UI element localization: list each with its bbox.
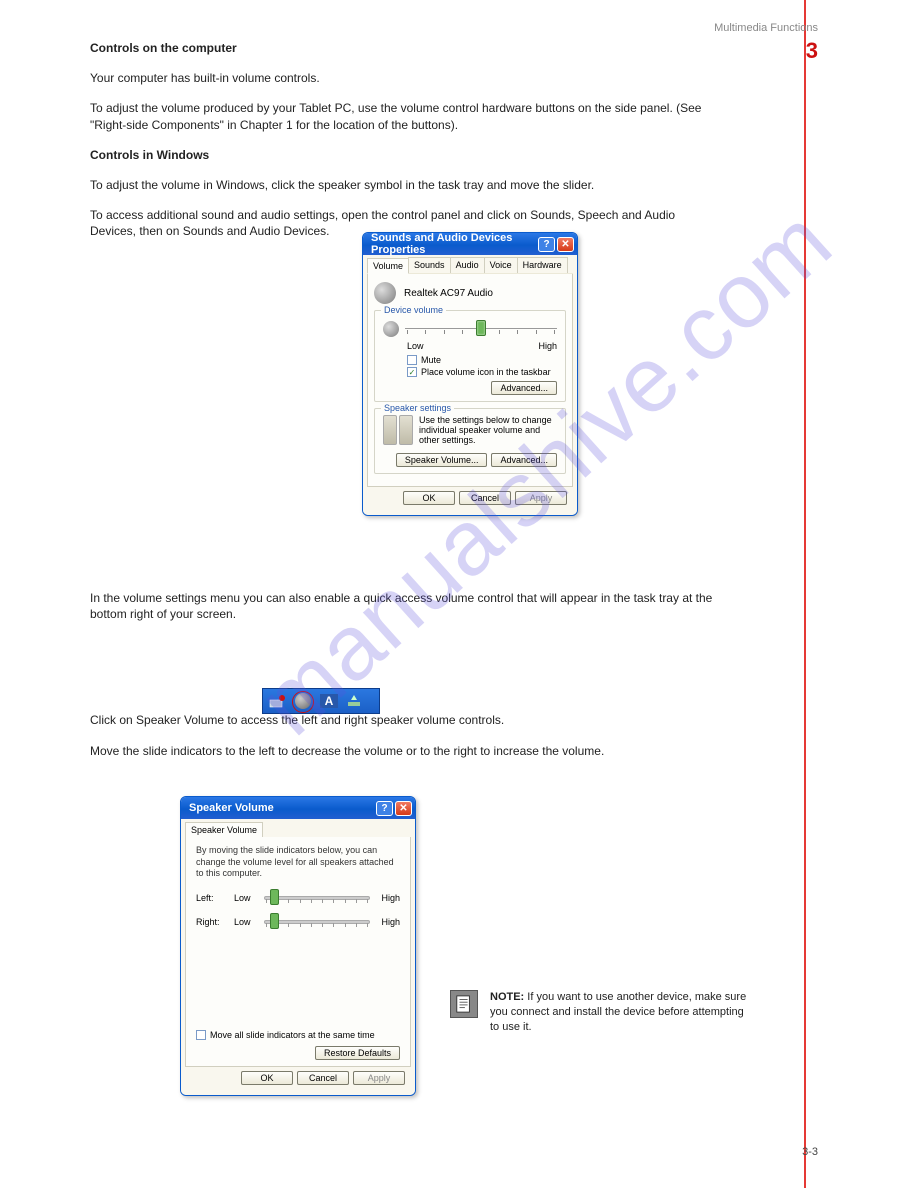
low-label-left: Low	[234, 893, 264, 903]
page-number: 3-3	[802, 1146, 818, 1158]
tab-audio[interactable]: Audio	[450, 257, 485, 273]
low-label: Low	[407, 341, 424, 351]
titlebar2[interactable]: Speaker Volume ? ✕	[181, 797, 415, 819]
ok-button-2[interactable]: OK	[241, 1071, 293, 1085]
cancel-button[interactable]: Cancel	[459, 491, 511, 505]
close-button[interactable]: ✕	[557, 237, 574, 252]
intro-text: Your computer has built-in volume contro…	[90, 70, 720, 86]
safely-remove-icon[interactable]	[344, 691, 366, 711]
note-label: NOTE:	[490, 991, 524, 1003]
controls-in-windows-heading: Controls in Windows	[90, 147, 720, 163]
tab-row: Volume Sounds Audio Voice Hardware	[367, 257, 573, 274]
left-label: Left:	[196, 893, 234, 903]
titlebar2-buttons: ? ✕	[376, 801, 412, 816]
spk-vol-instr1: Click on Speaker Volume to access the le…	[90, 712, 730, 728]
right-label: Right:	[196, 917, 234, 927]
speaker-small-icon	[383, 321, 399, 337]
section-number: 3	[806, 38, 818, 64]
high-label: High	[538, 341, 557, 351]
volume-slider[interactable]	[405, 322, 557, 336]
device-name: Realtek AC97 Audio	[404, 288, 493, 299]
move-all-label: Move all slide indicators at the same ti…	[210, 1030, 375, 1040]
note-icon	[450, 990, 478, 1018]
network-icon[interactable]	[266, 691, 288, 711]
help-button-2[interactable]: ?	[376, 801, 393, 816]
low-label-right: Low	[234, 917, 264, 927]
subheading: Controls on the computer	[90, 40, 720, 56]
section-heading: Multimedia Functions	[714, 22, 818, 34]
apply-button[interactable]: Apply	[515, 491, 567, 505]
device-volume-legend: Device volume	[381, 305, 446, 315]
tray-paragraph-block: In the volume settings menu you can also…	[90, 590, 730, 759]
speaker-settings-text: Use the settings below to change individ…	[419, 415, 557, 445]
advanced-button-2[interactable]: Advanced...	[491, 453, 557, 467]
titlebar[interactable]: Sounds and Audio Devices Properties ? ✕	[363, 233, 577, 255]
taskbar-label: Place volume icon in the taskbar	[421, 367, 551, 377]
spk-vol-instr2: Move the slide indicators to the left to…	[90, 743, 730, 759]
close-button-2[interactable]: ✕	[395, 801, 412, 816]
help-button[interactable]: ?	[538, 237, 555, 252]
speaker-volume-button[interactable]: Speaker Volume...	[396, 453, 488, 467]
taskbar-checkbox[interactable]: ✓	[407, 367, 417, 377]
windows-instr: To adjust the volume in Windows, click t…	[90, 177, 720, 193]
speaker-settings-group: Speaker settings Use the settings below …	[374, 408, 566, 474]
dialog2-title: Speaker Volume	[189, 802, 274, 814]
speaker-icon	[374, 282, 396, 304]
mute-label: Mute	[421, 355, 441, 365]
device-row: Realtek AC97 Audio	[374, 282, 566, 304]
system-tray: A	[262, 688, 380, 714]
note-block: NOTE: If you want to use another device,…	[490, 990, 750, 1035]
advanced-button-1[interactable]: Advanced...	[491, 381, 557, 395]
speaker-volume-tab[interactable]: Speaker Volume	[185, 822, 263, 838]
apply-button-2[interactable]: Apply	[353, 1071, 405, 1085]
ok-button[interactable]: OK	[403, 491, 455, 505]
note-text: If you want to use another device, make …	[490, 991, 746, 1033]
move-all-checkbox[interactable]	[196, 1030, 206, 1040]
volume-tray-icon[interactable]	[292, 691, 314, 711]
tray-instr: In the volume settings menu you can also…	[90, 590, 730, 622]
sounds-audio-dialog: Sounds and Audio Devices Properties ? ✕ …	[362, 232, 578, 516]
speaker-settings-legend: Speaker settings	[381, 403, 454, 413]
language-indicator-icon[interactable]: A	[318, 691, 340, 711]
tab-volume[interactable]: Volume	[367, 258, 409, 274]
titlebar-buttons: ? ✕	[538, 237, 574, 252]
dialog1-title: Sounds and Audio Devices Properties	[371, 232, 538, 256]
high-label-right: High	[370, 917, 400, 927]
tab-hardware[interactable]: Hardware	[517, 257, 568, 273]
left-slider[interactable]	[264, 890, 370, 906]
tab-voice[interactable]: Voice	[484, 257, 518, 273]
cancel-button-2[interactable]: Cancel	[297, 1071, 349, 1085]
d2-description: By moving the slide indicators below, yo…	[196, 845, 400, 880]
speaker-volume-dialog: Speaker Volume ? ✕ Speaker Volume By mov…	[180, 796, 416, 1096]
speakers-graphic-icon	[383, 415, 413, 449]
tab-sounds[interactable]: Sounds	[408, 257, 451, 273]
restore-defaults-button[interactable]: Restore Defaults	[315, 1046, 400, 1060]
mute-checkbox[interactable]	[407, 355, 417, 365]
high-label-left: High	[370, 893, 400, 903]
intro-instr: To adjust the volume produced by your Ta…	[90, 100, 720, 132]
device-volume-group: Device volume Low High Mute	[374, 310, 566, 402]
right-slider[interactable]	[264, 914, 370, 930]
page-content: Controls on the computer Your computer h…	[0, 0, 918, 240]
